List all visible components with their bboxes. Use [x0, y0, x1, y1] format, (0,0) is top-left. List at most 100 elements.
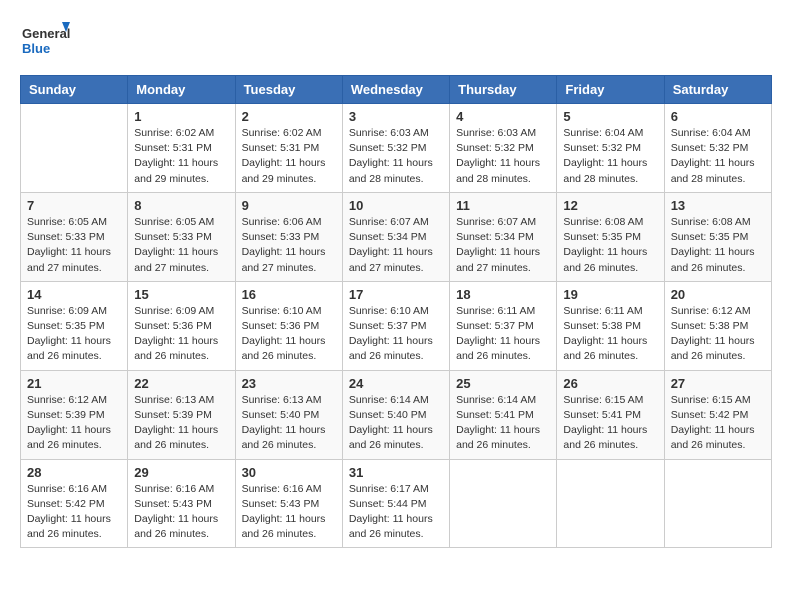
sunset-text: Sunset: 5:35 PM	[27, 320, 105, 332]
daylight-text: Daylight: 11 hours and 29 minutes.	[134, 157, 218, 184]
sunset-text: Sunset: 5:33 PM	[242, 231, 320, 243]
column-header-sunday: Sunday	[21, 76, 128, 104]
calendar-cell: 17Sunrise: 6:10 AMSunset: 5:37 PMDayligh…	[342, 281, 449, 370]
day-number: 28	[27, 465, 121, 480]
sunset-text: Sunset: 5:40 PM	[349, 409, 427, 421]
sunset-text: Sunset: 5:43 PM	[134, 498, 212, 510]
calendar-table: SundayMondayTuesdayWednesdayThursdayFrid…	[20, 75, 772, 548]
calendar-cell: 20Sunrise: 6:12 AMSunset: 5:38 PMDayligh…	[664, 281, 771, 370]
day-number: 3	[349, 109, 443, 124]
daylight-text: Daylight: 11 hours and 26 minutes.	[563, 335, 647, 362]
daylight-text: Daylight: 11 hours and 26 minutes.	[349, 335, 433, 362]
calendar-week-row: 28 Sunrise: 6:16 AM Sunset: 5:42 PM Dayligh…	[21, 459, 772, 548]
sunset-text: Sunset: 5:35 PM	[671, 231, 749, 243]
day-number: 16	[242, 287, 336, 302]
calendar-week-row: 1Sunrise: 6:02 AMSunset: 5:31 PMDaylight…	[21, 104, 772, 193]
sunrise-text: Sunrise: 6:14 AM	[456, 394, 536, 406]
day-number: 13	[671, 198, 765, 213]
cell-info: Sunrise: 6:14 AMSunset: 5:40 PMDaylight:…	[349, 393, 443, 454]
day-number: 7	[27, 198, 121, 213]
day-number: 4	[456, 109, 550, 124]
daylight-text: Daylight: 11 hours and 26 minutes.	[27, 424, 111, 451]
column-header-thursday: Thursday	[450, 76, 557, 104]
calendar-cell: 15Sunrise: 6:09 AMSunset: 5:36 PMDayligh…	[128, 281, 235, 370]
calendar-cell: 26 Sunrise: 6:15 AMSunset: 5:41 PMDayligh…	[557, 370, 664, 459]
cell-info: Sunrise: 6:16 AM Sunset: 5:43 PM Daylight:…	[134, 482, 228, 543]
sunset-text: Sunset: 5:34 PM	[456, 231, 534, 243]
sunrise-text: Sunrise: 6:08 AM	[563, 216, 643, 228]
column-header-friday: Friday	[557, 76, 664, 104]
daylight-text: Daylight: 11 hours and 28 minutes.	[349, 157, 433, 184]
day-number: 26	[563, 376, 657, 391]
column-header-monday: Monday	[128, 76, 235, 104]
daylight-text: Daylight: 11 hours and 26 minutes.	[456, 424, 540, 451]
daylight-text: Daylight: 11 hours and 26 minutes.	[134, 424, 218, 451]
day-number: 8	[134, 198, 228, 213]
cell-info: Sunrise: 6:11 AMSunset: 5:38 PMDaylight:…	[563, 304, 657, 365]
daylight-text: Daylight: 11 hours and 28 minutes.	[456, 157, 540, 184]
logo: General Blue	[20, 20, 70, 65]
sunrise-text: Sunrise: 6:09 AM	[134, 305, 214, 317]
daylight-text: Daylight: 11 hours and 26 minutes.	[671, 424, 755, 451]
cell-info: Sunrise: 6:15 AMSunset: 5:42 PMDaylight:…	[671, 393, 765, 454]
cell-info: Sunrise: 6:08 AMSunset: 5:35 PMDaylight:…	[671, 215, 765, 276]
sunrise-text: Sunrise: 6:13 AM	[242, 394, 322, 406]
sunset-text: Sunset: 5:42 PM	[27, 498, 105, 510]
cell-info: Sunrise: 6:04 AMSunset: 5:32 PMDaylight:…	[671, 126, 765, 187]
sunrise-text: Sunrise: 6:11 AM	[456, 305, 535, 317]
daylight-text: Daylight: 11 hours and 28 minutes.	[563, 157, 647, 184]
calendar-cell: 12Sunrise: 6:08 AMSunset: 5:35 PMDayligh…	[557, 192, 664, 281]
calendar-cell: 3 Sunrise: 6:03 AMSunset: 5:32 PMDaylight…	[342, 104, 449, 193]
sunrise-text: Sunrise: 6:16 AM	[27, 483, 107, 495]
calendar-cell: 7 Sunrise: 6:05 AMSunset: 5:33 PMDaylight…	[21, 192, 128, 281]
calendar-cell: 16Sunrise: 6:10 AMSunset: 5:36 PMDayligh…	[235, 281, 342, 370]
calendar-week-row: 14Sunrise: 6:09 AMSunset: 5:35 PMDayligh…	[21, 281, 772, 370]
cell-info: Sunrise: 6:09 AMSunset: 5:35 PMDaylight:…	[27, 304, 121, 365]
sunset-text: Sunset: 5:41 PM	[456, 409, 534, 421]
sunset-text: Sunset: 5:35 PM	[563, 231, 641, 243]
sunrise-text: Sunrise: 6:12 AM	[671, 305, 751, 317]
sunset-text: Sunset: 5:33 PM	[27, 231, 105, 243]
cell-info: Sunrise: 6:14 AM Sunset: 5:41 PM Daylight:…	[456, 393, 550, 454]
cell-info: Sunrise: 6:13 AMSunset: 5:40 PMDaylight:…	[242, 393, 336, 454]
cell-info: Sunrise: 6:02 AMSunset: 5:31 PMDaylight:…	[134, 126, 228, 187]
sunrise-text: Sunrise: 6:07 AM	[349, 216, 429, 228]
cell-info: Sunrise: 6:15 AMSunset: 5:41 PMDaylight:…	[563, 393, 657, 454]
cell-info: Sunrise: 6:16 AMSunset: 5:42 PMDaylight:…	[27, 482, 121, 543]
sunset-text: Sunset: 5:38 PM	[563, 320, 641, 332]
calendar-cell	[664, 459, 771, 548]
day-number: 9	[242, 198, 336, 213]
calendar-cell: 19 Sunrise: 6:11 AMSunset: 5:38 PMDayligh…	[557, 281, 664, 370]
sunset-text: Sunset: 5:39 PM	[134, 409, 212, 421]
calendar-cell: 24Sunrise: 6:14 AMSunset: 5:40 PMDayligh…	[342, 370, 449, 459]
calendar-cell: 21 Sunrise: 6:12 AMSunset: 5:39 PMDayligh…	[21, 370, 128, 459]
sunset-text: Sunset: 5:43 PM	[242, 498, 320, 510]
day-number: 21	[27, 376, 121, 391]
daylight-text: Daylight: 11 hours and 27 minutes.	[27, 246, 111, 273]
sunrise-text: Sunrise: 6:16 AM	[134, 483, 214, 495]
calendar-cell: 23Sunrise: 6:13 AMSunset: 5:40 PMDayligh…	[235, 370, 342, 459]
day-number: 19	[563, 287, 657, 302]
sunrise-text: Sunrise: 6:14 AM	[349, 394, 429, 406]
sunrise-text: Sunrise: 6:09 AM	[27, 305, 107, 317]
sunset-text: Sunset: 5:32 PM	[349, 142, 427, 154]
calendar-cell: 13 Sunrise: 6:08 AMSunset: 5:35 PMDayligh…	[664, 192, 771, 281]
cell-info: Sunrise: 6:08 AM Sunset: 5:35 PM Daylight:…	[563, 215, 657, 276]
calendar-cell	[21, 104, 128, 193]
cell-info: Sunrise: 6:03 AMSunset: 5:32 PMDaylight:…	[349, 126, 443, 187]
daylight-text: Daylight: 11 hours and 26 minutes.	[349, 513, 433, 540]
day-number: 6	[671, 109, 765, 124]
daylight-text: Daylight: 11 hours and 26 minutes.	[134, 513, 218, 540]
column-header-saturday: Saturday	[664, 76, 771, 104]
cell-info: Sunrise: 6:05 AMSunset: 5:33 PMDaylight:…	[27, 215, 121, 276]
daylight-text: Daylight: 11 hours and 26 minutes.	[671, 335, 755, 362]
column-header-tuesday: Tuesday	[235, 76, 342, 104]
sunrise-text: Sunrise: 6:13 AM	[134, 394, 214, 406]
cell-info: Sunrise: 6:05 AMSunset: 5:33 PMDaylight:…	[134, 215, 228, 276]
cell-info: Sunrise: 6:12 AMSunset: 5:39 PMDaylight:…	[27, 393, 121, 454]
daylight-text: Daylight: 11 hours and 26 minutes.	[134, 335, 218, 362]
day-number: 10	[349, 198, 443, 213]
daylight-text: Daylight: 11 hours and 28 minutes.	[671, 157, 755, 184]
daylight-text: Daylight: 11 hours and 26 minutes.	[563, 246, 647, 273]
sunrise-text: Sunrise: 6:12 AM	[27, 394, 107, 406]
